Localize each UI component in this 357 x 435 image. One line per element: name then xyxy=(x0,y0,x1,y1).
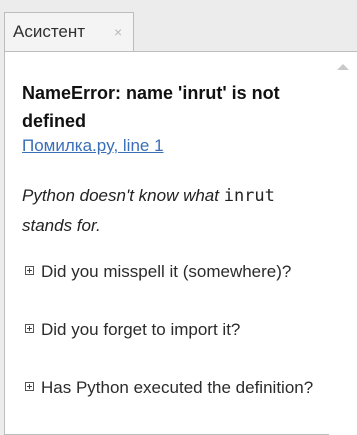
error-title: NameError: name 'inrut' is not defined xyxy=(22,83,280,131)
tab-label: Асистент xyxy=(13,22,86,41)
error-explanation: Python doesn't know what inrut stands fo… xyxy=(22,181,322,240)
explanation-code: inrut xyxy=(223,186,275,206)
hint-text: Did you forget to import it? xyxy=(41,320,241,339)
assistant-content: NameError: name 'inrut' is not defined П… xyxy=(5,52,329,435)
plus-box-icon[interactable] xyxy=(25,324,34,333)
explanation-suffix: stands for. xyxy=(22,216,101,235)
hint-text: Did you misspell it (somewhere)? xyxy=(41,262,292,281)
error-location-link[interactable]: Помилка.py, line 1 xyxy=(22,136,164,156)
assistant-window: Асистент × NameError: name 'inrut' is no… xyxy=(0,0,357,435)
tab-assistant[interactable]: Асистент × xyxy=(4,12,134,52)
vertical-scrollbar[interactable] xyxy=(329,52,357,435)
assistant-panel: NameError: name 'inrut' is not defined П… xyxy=(4,51,357,435)
close-icon[interactable]: × xyxy=(114,24,122,40)
plus-box-icon[interactable] xyxy=(25,382,34,391)
explanation-prefix: Python doesn't know what xyxy=(22,186,224,205)
hint-text: Has Python executed the definition? xyxy=(41,378,314,397)
plus-box-icon[interactable] xyxy=(25,266,34,275)
tab-bar: Асистент × xyxy=(0,0,357,52)
chevron-up-icon[interactable] xyxy=(337,64,349,70)
